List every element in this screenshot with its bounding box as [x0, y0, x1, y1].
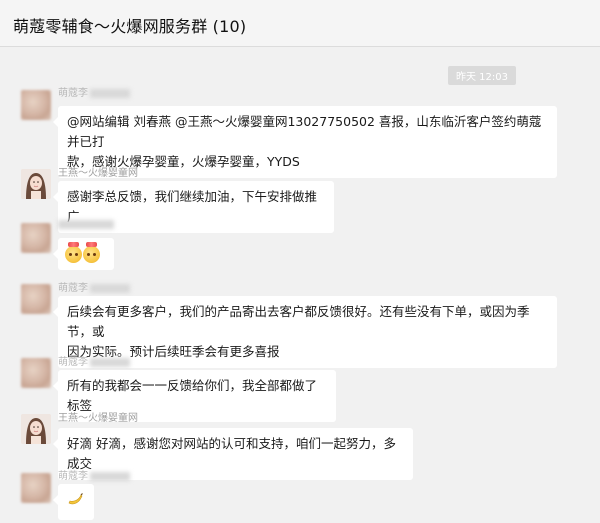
sender-name: 萌蔻李 — [58, 467, 130, 482]
sender-name: 萌蔻李 — [58, 279, 130, 294]
message-bubble[interactable] — [53, 238, 114, 270]
sender-name: 萌蔻李 — [58, 84, 130, 99]
face-party-emoji-icon — [83, 242, 100, 263]
message-line: 款，感谢火爆孕婴童，火爆孕婴童，YYDS — [67, 154, 300, 169]
message-line: @网站编辑 刘春燕 @王燕～火爆婴童网13027750502 喜报，山东临沂客户… — [67, 114, 542, 149]
message-bubble[interactable] — [53, 484, 94, 520]
avatar[interactable] — [21, 473, 51, 503]
chat-header: 萌蔻零辅食～火爆网服务群 (10) — [0, 0, 600, 47]
user-avatar-icon — [21, 169, 51, 199]
avatar[interactable] — [21, 414, 51, 444]
sender-name: 萌蔻李 — [58, 353, 130, 368]
face-party-emoji-icon — [65, 242, 82, 263]
avatar[interactable] — [21, 169, 51, 199]
banana-emoji-icon — [68, 493, 83, 505]
sender-name — [58, 219, 114, 230]
sender-name: 王燕～火爆婴童网 — [58, 413, 138, 424]
avatar[interactable] — [21, 223, 51, 253]
avatar[interactable] — [21, 284, 51, 314]
message-line: 因为实际。预计后续旺季会有更多喜报 — [67, 344, 280, 359]
user-avatar-icon — [21, 414, 51, 444]
message-bubble[interactable]: 后续会有更多客户，我们的产品寄出去客户都反馈很好。还有些没有下单，或因为季节，或… — [53, 296, 557, 368]
timestamp-divider: 昨天 12:03 — [448, 66, 516, 85]
chat-title: 萌蔻零辅食～火爆网服务群 (10) — [13, 17, 247, 36]
message-line: 后续会有更多客户，我们的产品寄出去客户都反馈很好。还有些没有下单，或因为季节，或 — [67, 304, 530, 339]
sender-name: 王燕～火爆婴童网 — [58, 168, 138, 179]
avatar[interactable] — [21, 90, 51, 120]
avatar[interactable] — [21, 358, 51, 388]
